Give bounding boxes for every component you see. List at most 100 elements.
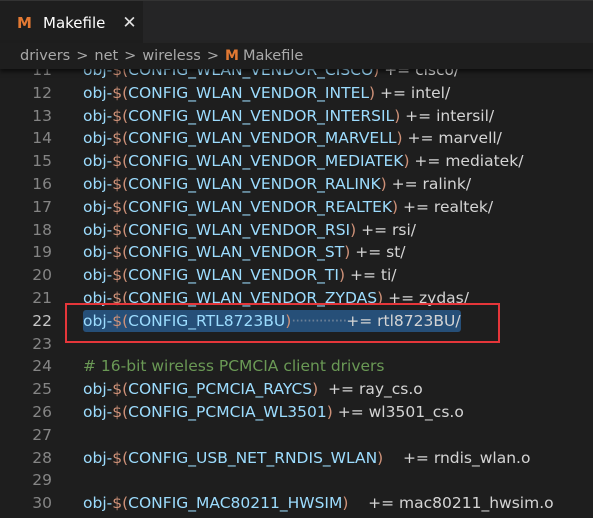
code-line[interactable]: 19 obj-$(CONFIG_WLAN_VENDOR_ST) += st/	[0, 241, 593, 263]
code-line[interactable]: 12 obj-$(CONFIG_WLAN_VENDOR_INTEL) += int…	[0, 82, 593, 104]
token-keyword: obj-	[83, 197, 113, 216]
code-text: obj-$(CONFIG_WLAN_VENDOR_RALINK) += rali…	[83, 173, 471, 195]
token-operator: += mediatek/	[409, 152, 524, 171]
breadcrumb-item-wireless[interactable]: wireless	[142, 48, 201, 64]
line-number: 17	[32, 197, 52, 216]
code-line[interactable]: 18 obj-$(CONFIG_WLAN_VENDOR_RSI) += rsi/	[0, 219, 593, 241]
code-line[interactable]: 14 obj-$(CONFIG_WLAN_VENDOR_MARVELL) += m…	[0, 127, 593, 149]
code-text: obj-$(CONFIG_WLAN_VENDOR_INTERSIL) += in…	[83, 105, 494, 127]
line-number: 30	[32, 494, 52, 513]
token-punctuation: $(	[112, 266, 129, 285]
token-keyword: CONFIG_USB_NET_RNDIS_WLAN	[128, 448, 378, 467]
token-operator: += rndis_wlan.o	[383, 448, 531, 467]
code-editor[interactable]: 11 obj-$(CONFIG_WLAN_VENDOR_CISCO) += cis…	[0, 58, 593, 518]
code-line[interactable]: 24 # 16-bit wireless PCMCIA client driver…	[0, 355, 593, 377]
token-operator: += rsi/	[356, 220, 416, 239]
code-text: obj-$(CONFIG_WLAN_VENDOR_MARVELL) += mar…	[83, 127, 502, 149]
code-line[interactable]: 13 obj-$(CONFIG_WLAN_VENDOR_INTERSIL) += …	[0, 105, 593, 127]
token-keyword: obj-	[83, 106, 113, 125]
chevron-right-icon: >	[124, 48, 137, 64]
token-punctuation: $(	[112, 380, 129, 399]
code-line[interactable]: 16 obj-$(CONFIG_WLAN_VENDOR_RALINK) += ra…	[0, 173, 593, 195]
highlight-annotation-box	[65, 303, 500, 343]
token-keyword: CONFIG_WLAN_VENDOR_MARVELL	[128, 129, 397, 148]
token-keyword: CONFIG_WLAN_VENDOR_MEDIATEK	[128, 152, 404, 171]
makefile-icon: M	[17, 13, 32, 32]
token-keyword: CONFIG_WLAN_VENDOR_RSI	[128, 220, 351, 239]
token-operator: += realtek/	[398, 197, 494, 216]
line-number: 25	[32, 380, 52, 399]
code-text: obj-$(CONFIG_PCMCIA_RAYCS) += ray_cs.o	[83, 378, 423, 400]
code-text: obj-$(CONFIG_WLAN_VENDOR_RSI) += rsi/	[83, 219, 416, 241]
code-line[interactable]: 17 obj-$(CONFIG_WLAN_VENDOR_REALTEK) += r…	[0, 196, 593, 218]
makefile-icon: M	[225, 48, 239, 64]
token-keyword: CONFIG_PCMCIA_RAYCS	[128, 380, 313, 399]
token-operator: += ralink/	[386, 175, 472, 193]
code-text: obj-$(CONFIG_USB_NET_RNDIS_WLAN) += rndi…	[83, 447, 530, 469]
token-punctuation: $(	[112, 220, 129, 239]
chevron-right-icon: >	[76, 48, 89, 64]
token-keyword: CONFIG_WLAN_VENDOR_ST	[128, 243, 345, 262]
token-keyword: obj-	[83, 152, 113, 171]
line-number: 23	[32, 334, 52, 353]
line-number: 19	[32, 243, 52, 262]
code-line[interactable]: 26 obj-$(CONFIG_PCMCIA_WL3501) += wl3501_…	[0, 401, 593, 423]
token-punctuation: $(	[112, 243, 129, 262]
token-operator: += intel/	[375, 83, 451, 102]
line-number: 28	[32, 448, 52, 467]
token-punctuation: $(	[112, 152, 129, 171]
token-operator: += ti/	[345, 266, 397, 285]
code-line[interactable]: 27	[0, 424, 593, 446]
breadcrumb: drivers > net > wireless > M Makefile	[0, 43, 593, 69]
breadcrumb-item-file[interactable]: Makefile	[243, 48, 303, 64]
token-keyword: obj-	[83, 448, 113, 467]
token-operator: += ray_cs.o	[318, 380, 423, 399]
token-comment: # 16-bit wireless PCMCIA client drivers	[83, 357, 385, 376]
code-text: obj-$(CONFIG_WLAN_VENDOR_TI) += ti/	[83, 264, 396, 286]
token-operator: += wl3501_cs.o	[332, 403, 464, 421]
code-line[interactable]: 30 obj-$(CONFIG_MAC80211_HWSIM) += mac802…	[0, 492, 593, 514]
line-number: 14	[32, 129, 52, 148]
token-keyword: CONFIG_WLAN_VENDOR_INTERSIL	[128, 106, 395, 125]
token-keyword: obj-	[83, 243, 113, 262]
token-keyword: obj-	[83, 266, 113, 285]
token-operator: += intersil/	[400, 106, 495, 125]
code-line[interactable]: 25 obj-$(CONFIG_PCMCIA_RAYCS) += ray_cs.o	[0, 378, 593, 400]
token-keyword: obj-	[83, 220, 113, 239]
token-keyword: obj-	[83, 380, 113, 399]
code-line[interactable]: 15 obj-$(CONFIG_WLAN_VENDOR_MEDIATEK) += …	[0, 150, 593, 172]
token-keyword: CONFIG_WLAN_VENDOR_REALTEK	[128, 197, 393, 216]
code-text: obj-$(CONFIG_WLAN_VENDOR_REALTEK) += rea…	[83, 196, 493, 218]
tab-label: Makefile	[43, 13, 106, 32]
line-number: 15	[32, 152, 52, 171]
token-keyword: obj-	[83, 403, 113, 421]
token-punctuation: $(	[112, 83, 129, 102]
token-operator: += mac80211_hwsim.o	[348, 494, 554, 513]
line-number: 26	[32, 403, 52, 421]
line-number: 20	[32, 266, 52, 285]
token-keyword: CONFIG_WLAN_VENDOR_RALINK	[128, 175, 381, 193]
breadcrumb-item-drivers[interactable]: drivers	[20, 48, 70, 64]
token-keyword: CONFIG_WLAN_VENDOR_INTEL	[128, 83, 369, 102]
token-punctuation: $(	[112, 403, 129, 421]
line-number: 18	[32, 220, 52, 239]
token-punctuation: $(	[112, 106, 129, 125]
tab-makefile[interactable]: M Makefile ✕	[0, 1, 143, 44]
code-line[interactable]: 29	[0, 469, 593, 491]
line-number: 21	[32, 289, 52, 307]
line-number: 22	[32, 311, 52, 330]
code-line[interactable]: 28 obj-$(CONFIG_USB_NET_RNDIS_WLAN) += rn…	[0, 447, 593, 469]
breadcrumb-item-net[interactable]: net	[94, 48, 118, 64]
code-text: obj-$(CONFIG_WLAN_VENDOR_MEDIATEK) += me…	[83, 150, 523, 172]
code-line[interactable]: 20 obj-$(CONFIG_WLAN_VENDOR_TI) += ti/	[0, 264, 593, 286]
code-text: # 16-bit wireless PCMCIA client drivers	[83, 355, 385, 377]
code-text: obj-$(CONFIG_WLAN_VENDOR_ST) += st/	[83, 241, 406, 263]
chevron-right-icon: >	[206, 48, 219, 64]
close-icon[interactable]: ✕	[122, 13, 136, 33]
token-keyword: CONFIG_MAC80211_HWSIM	[128, 494, 343, 513]
code-text: obj-$(CONFIG_PCMCIA_WL3501) += wl3501_cs…	[83, 401, 464, 423]
token-keyword: CONFIG_PCMCIA_WL3501	[128, 403, 327, 421]
line-number: 13	[32, 106, 52, 125]
line-number: 27	[32, 425, 52, 444]
token-operator: += st/	[350, 243, 406, 262]
